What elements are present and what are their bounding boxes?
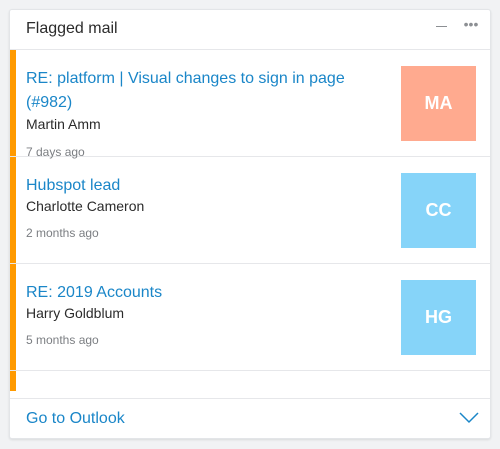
more-horizontal-icon[interactable]: ••• [460, 15, 482, 33]
mail-item[interactable]: Hubspot lead Charlotte Cameron 2 months … [10, 157, 490, 264]
flag-accent-bar [10, 50, 16, 156]
chevron-down-icon[interactable] [458, 409, 480, 425]
mail-subject[interactable]: Hubspot lead [26, 174, 386, 198]
mail-time: 2 months ago [26, 226, 99, 240]
widget-header: Flagged mail ••• [10, 10, 490, 50]
outlook-footer[interactable]: Go to Outlook [10, 398, 490, 438]
mail-time: 5 months ago [26, 333, 99, 347]
flag-accent-bar [10, 264, 16, 370]
mail-sender: Martin Amm [26, 116, 101, 132]
flag-accent-bar [10, 157, 16, 263]
mail-subject[interactable]: RE: 2019 Accounts [26, 281, 386, 305]
mail-list: RE: platform | Visual changes to sign in… [10, 50, 490, 398]
mail-item[interactable]: RE: platform | Visual changes to sign in… [10, 50, 490, 159]
flagged-mail-widget: Flagged mail ••• RE: platform | Visual c… [9, 9, 491, 439]
mail-sender: Charlotte Cameron [26, 198, 145, 214]
avatar: CC [401, 173, 476, 248]
widget-title: Flagged mail [26, 20, 118, 37]
avatar: HG [401, 280, 476, 355]
minus-icon[interactable] [434, 18, 450, 34]
avatar: MA [401, 66, 476, 141]
mail-item-partial[interactable] [10, 371, 490, 391]
mail-sender: Harry Goldblum [26, 305, 125, 321]
mail-subject[interactable]: RE: platform | Visual changes to sign in… [26, 67, 386, 115]
mail-item[interactable]: RE: 2019 Accounts Harry Goldblum 5 month… [10, 264, 490, 371]
go-to-outlook-link[interactable]: Go to Outlook [26, 410, 125, 428]
flag-accent-bar [10, 371, 16, 391]
